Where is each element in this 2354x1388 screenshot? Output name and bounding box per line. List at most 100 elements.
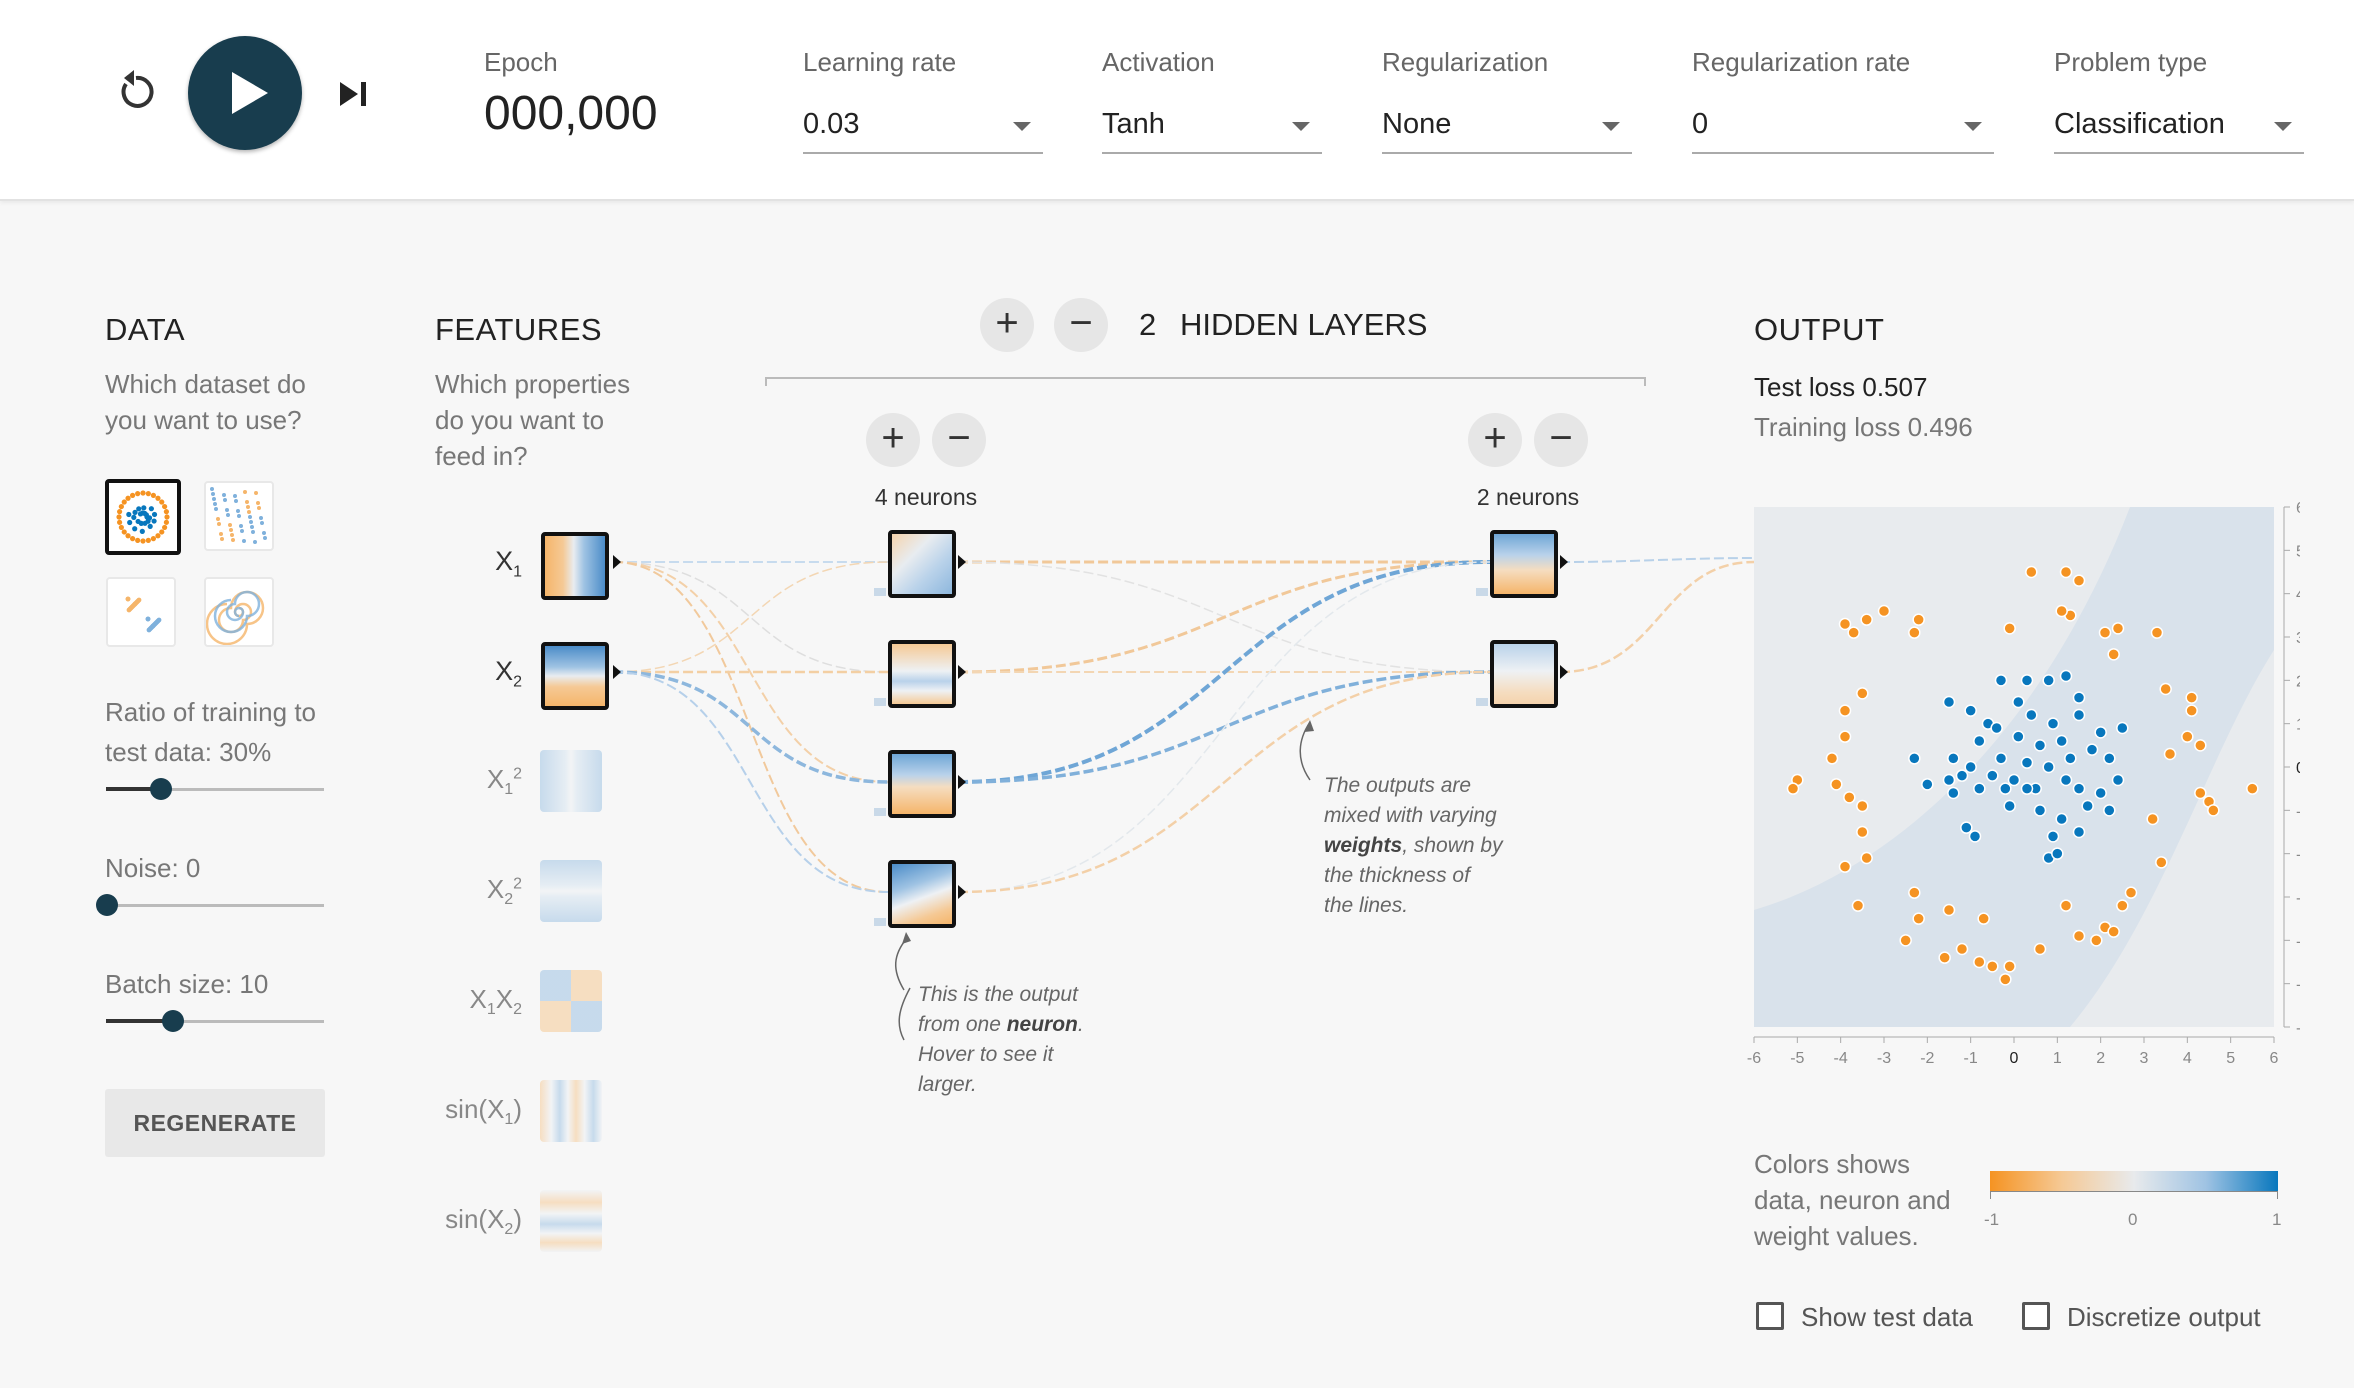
x-tick-label: -6 bbox=[1747, 1050, 1761, 1067]
data-point-blue bbox=[1973, 734, 1986, 748]
data-point-orange bbox=[1838, 860, 1852, 873]
add-layer-button[interactable]: + bbox=[980, 298, 1034, 352]
data-point-orange bbox=[1838, 704, 1852, 717]
data-point-orange bbox=[2185, 691, 2198, 704]
y-tick-label: 3 bbox=[2296, 630, 2300, 647]
data-point-blue bbox=[1955, 769, 1969, 782]
data-point-blue bbox=[1964, 704, 1977, 717]
data-point-orange bbox=[1986, 960, 1999, 973]
x-tick-label: 4 bbox=[2183, 1050, 2192, 1067]
bias-indicator bbox=[874, 698, 886, 706]
data-point-blue bbox=[1942, 695, 1956, 709]
node-output-arrow bbox=[958, 555, 966, 569]
y-tick-label: 6 bbox=[2296, 500, 2300, 517]
training-loss: Training loss 0.496 bbox=[1754, 412, 1973, 442]
weight-line bbox=[612, 561, 889, 893]
data-point-orange bbox=[2090, 934, 2103, 947]
data-point-orange bbox=[2163, 747, 2177, 761]
bias-indicator bbox=[1476, 588, 1488, 596]
data-point-blue bbox=[2025, 708, 2038, 722]
data-point-blue bbox=[2042, 674, 2055, 687]
data-point-blue bbox=[1964, 760, 1977, 774]
data-point-orange bbox=[1838, 617, 1852, 631]
neuron-l1-n4[interactable] bbox=[888, 860, 956, 928]
y-tick-label: -3 bbox=[2296, 890, 2300, 907]
weights-annotation: The outputs are mixed with varying weigh… bbox=[1324, 774, 1503, 917]
data-point-blue bbox=[1947, 786, 1960, 800]
data-point-blue bbox=[1960, 821, 1973, 834]
add-neuron-layer2-button[interactable]: + bbox=[1468, 413, 1522, 467]
data-point-blue bbox=[1994, 752, 2008, 765]
data-point-blue bbox=[1999, 782, 2012, 795]
data-point-blue bbox=[1990, 721, 2003, 735]
y-tick-label: -5 bbox=[2296, 977, 2300, 994]
data-point-orange bbox=[2159, 682, 2172, 696]
data-point-blue bbox=[2033, 739, 2047, 752]
data-point-orange bbox=[2072, 574, 2086, 587]
bias-indicator bbox=[874, 918, 886, 926]
data-point-orange bbox=[2194, 739, 2207, 752]
remove-neuron-layer1-button[interactable]: − bbox=[932, 413, 986, 467]
data-point-blue bbox=[2003, 799, 2016, 813]
data-point-blue bbox=[2012, 730, 2025, 743]
data-point-blue bbox=[1942, 773, 1956, 787]
data-point-blue bbox=[2094, 786, 2107, 800]
minus-icon: − bbox=[1549, 416, 1573, 460]
data-point-orange bbox=[1830, 778, 1843, 791]
data-point-orange bbox=[2185, 704, 2198, 717]
data-point-blue bbox=[1908, 752, 1921, 765]
hidden-layers-bracket bbox=[765, 377, 1646, 386]
data-point-orange bbox=[1899, 934, 1912, 947]
x-tick-label: 6 bbox=[2270, 1050, 2279, 1067]
weight-line bbox=[612, 561, 889, 673]
node-output-arrow bbox=[613, 665, 621, 679]
data-point-orange bbox=[1856, 687, 1869, 700]
data-point-orange bbox=[2107, 925, 2120, 938]
add-neuron-layer1-button[interactable]: + bbox=[866, 413, 920, 467]
data-point-blue bbox=[2020, 674, 2034, 687]
data-point-blue bbox=[1921, 778, 1934, 791]
show-test-data-label[interactable]: Show test data bbox=[1801, 1302, 1973, 1333]
data-point-blue bbox=[2111, 773, 2125, 787]
data-point-orange bbox=[1825, 752, 1839, 765]
weight-line bbox=[612, 561, 889, 673]
data-point-blue bbox=[1947, 752, 1960, 765]
bias-indicator bbox=[874, 808, 886, 816]
data-point-orange bbox=[2155, 856, 2168, 869]
layer2-neuron-count: 2 neurons bbox=[1476, 484, 1580, 510]
discretize-output-label[interactable]: Discretize output bbox=[2067, 1302, 2261, 1333]
data-point-blue bbox=[2012, 695, 2025, 709]
discretize-output-checkbox[interactable] bbox=[2022, 1302, 2050, 1330]
remove-layer-button[interactable]: − bbox=[1054, 298, 1108, 352]
neuron-l2-n2[interactable] bbox=[1490, 640, 1558, 708]
scale-label-max: 1 bbox=[2272, 1210, 2282, 1229]
remove-neuron-layer2-button[interactable]: − bbox=[1534, 413, 1588, 467]
data-point-orange bbox=[1908, 626, 1921, 639]
neuron-l1-n1[interactable] bbox=[888, 530, 956, 598]
neuron-l1-n3[interactable] bbox=[888, 750, 956, 818]
test-loss: Test loss 0.507 bbox=[1754, 372, 1928, 402]
color-scale-bar bbox=[1990, 1171, 2278, 1191]
bias-indicator bbox=[1476, 698, 1488, 706]
neuron-l2-n1[interactable] bbox=[1490, 530, 1558, 598]
data-point-blue bbox=[1986, 769, 1999, 782]
x-tick-label: 5 bbox=[2226, 1050, 2235, 1067]
node-output-arrow bbox=[1560, 555, 1568, 569]
data-point-blue bbox=[2064, 752, 2077, 765]
data-point-orange bbox=[1856, 825, 1869, 839]
data-point-orange bbox=[1912, 912, 1925, 925]
data-point-orange bbox=[1977, 912, 1990, 925]
y-tick-label: 5 bbox=[2296, 543, 2300, 560]
neuron-l1-n2[interactable] bbox=[888, 640, 956, 708]
show-test-data-checkbox[interactable] bbox=[1756, 1302, 1784, 1330]
y-tick-label: -6 bbox=[2296, 1020, 2300, 1037]
node-output-arrow bbox=[958, 775, 966, 789]
data-point-orange bbox=[2033, 942, 2047, 956]
output-title: OUTPUT bbox=[1754, 312, 1885, 347]
weight-line bbox=[1559, 557, 1755, 563]
data-point-orange bbox=[2072, 929, 2086, 943]
weight-line bbox=[612, 671, 889, 893]
x-tick-label: 2 bbox=[2096, 1050, 2105, 1067]
data-point-orange bbox=[1860, 851, 1873, 865]
minus-icon: − bbox=[1069, 301, 1093, 345]
